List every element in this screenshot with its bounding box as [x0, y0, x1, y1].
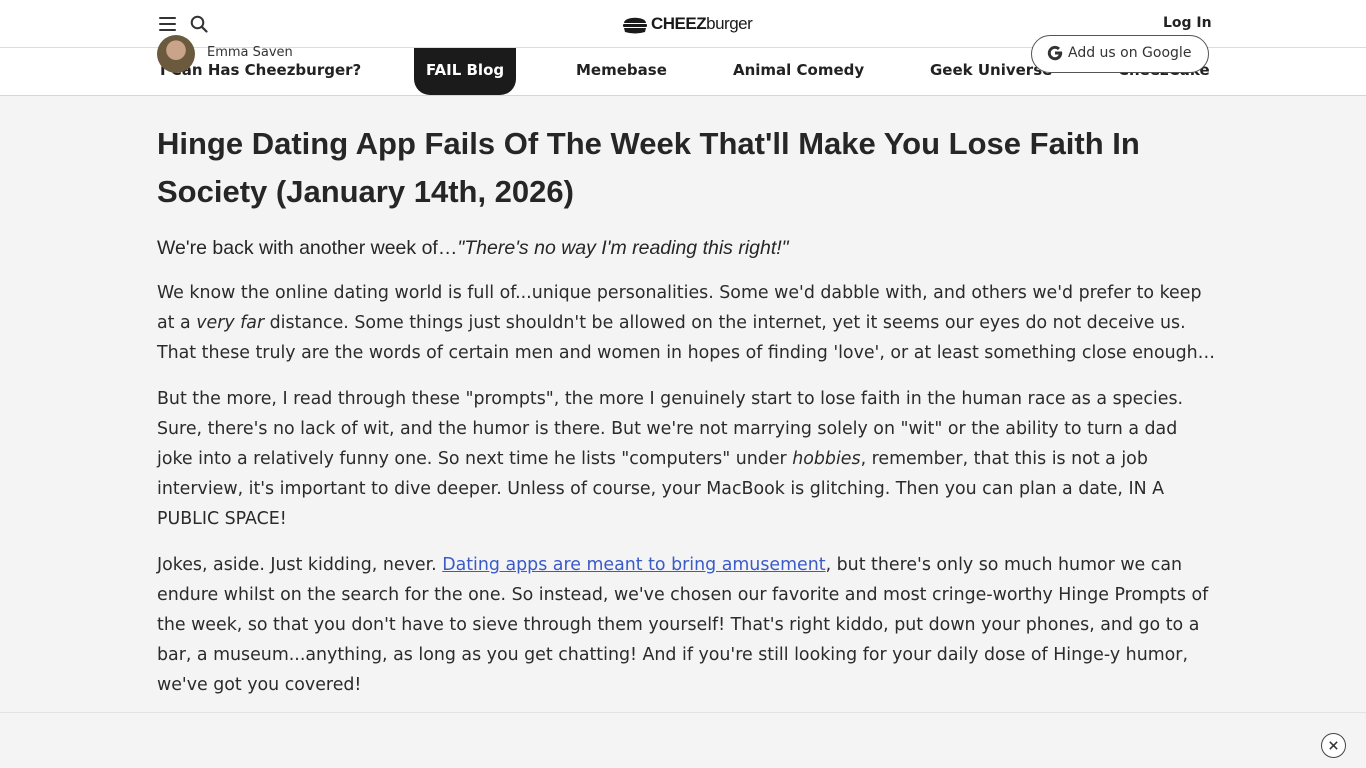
google-button-label: Add us on Google: [1068, 45, 1192, 61]
hamburger-menu-icon[interactable]: [159, 17, 176, 31]
google-g-icon: [1047, 45, 1063, 61]
article-title: Hinge Dating App Fails Of The Week That'…: [157, 126, 1140, 209]
author-avatar[interactable]: [157, 35, 195, 73]
author-bar: [0, 712, 1366, 768]
nav-item-fail-blog[interactable]: FAIL Blog: [414, 48, 517, 95]
cheezburger-logo[interactable]: CHEEZburger: [622, 10, 753, 38]
author-name[interactable]: Emma Saven: [207, 45, 293, 60]
article-subhead: We're back with another week of…"There's…: [157, 237, 789, 259]
search-icon[interactable]: [190, 15, 208, 33]
dating-apps-link[interactable]: Dating apps are meant to bring amusement: [442, 555, 825, 575]
article-paragraph-1: We know the online dating world is full …: [157, 283, 1216, 363]
logo-wordmark: CHEEZburger: [651, 14, 753, 33]
cheezburger-logo-icon: [623, 17, 647, 34]
login-link[interactable]: Log In: [1163, 15, 1212, 31]
article-paragraph-3: Jokes, aside. Just kidding, never. Datin…: [157, 555, 1209, 695]
article: Hinge Dating App Fails Of The Week That'…: [157, 120, 1217, 700]
add-us-on-google-button[interactable]: Add us on Google: [1031, 35, 1209, 73]
close-icon[interactable]: [1321, 733, 1346, 758]
article-paragraph-2: But the more, I read through these "prom…: [157, 389, 1184, 529]
nav-item-animal-comedy[interactable]: Animal Comedy: [733, 48, 864, 95]
nav-item-memebase[interactable]: Memebase: [576, 48, 667, 95]
